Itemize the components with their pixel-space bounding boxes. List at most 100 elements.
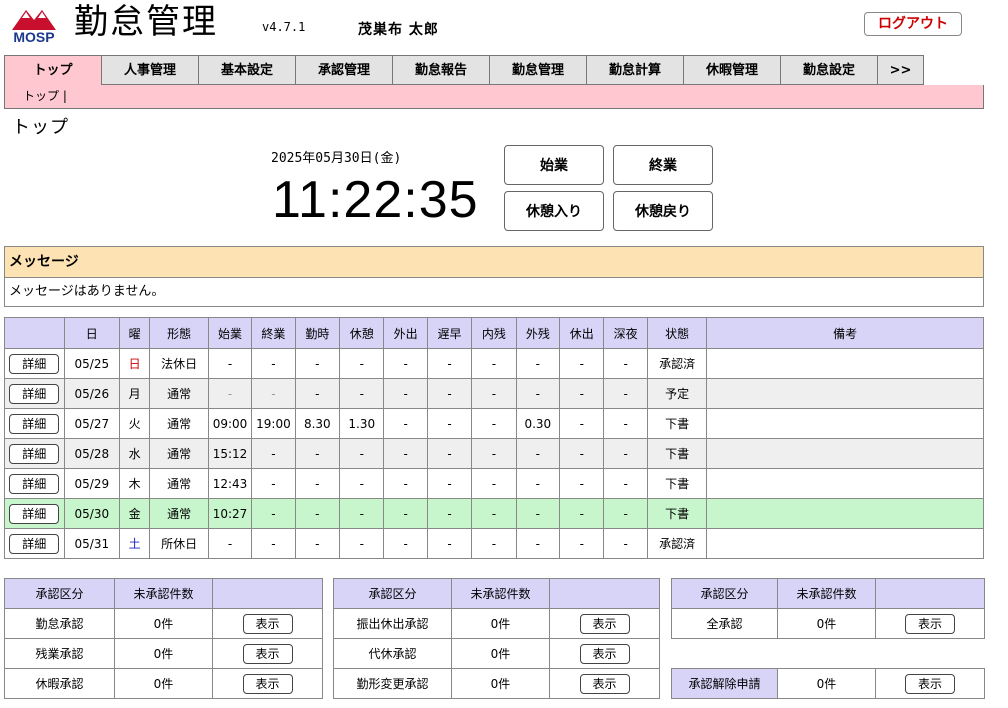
- tab-attendance-settings[interactable]: 勤怠設定: [780, 55, 878, 85]
- tab-attendance-management[interactable]: 勤怠管理: [489, 55, 587, 85]
- tab-attendance-calculation[interactable]: 勤怠計算: [586, 55, 684, 85]
- type-cell: 法休日: [149, 348, 209, 379]
- clock-in-button[interactable]: 始業: [504, 145, 604, 185]
- tab-attendance-report[interactable]: 勤怠報告: [392, 55, 490, 85]
- col-header-date: 日: [63, 317, 121, 349]
- table-row: 詳細 05/27 火 通常 09:00 19:00 8.30 1.30 - - …: [4, 408, 984, 439]
- remarks-cell: [706, 408, 984, 439]
- detail-button[interactable]: 詳細: [9, 533, 60, 554]
- logout-button[interactable]: ログアウト: [864, 12, 962, 36]
- holiday-work-cell: -: [559, 468, 605, 499]
- weekday-cell: 月: [119, 378, 151, 409]
- break-cell: -: [339, 498, 385, 529]
- date-cell: 05/27: [63, 408, 121, 439]
- remarks-cell: [706, 348, 984, 379]
- main-nav: トップ 人事管理 基本設定 承認管理 勤怠報告 勤怠管理 勤怠計算 休暇管理 勤…: [4, 55, 924, 86]
- remarks-cell: [706, 438, 984, 469]
- tab-more[interactable]: >>: [877, 55, 924, 85]
- late-early-cell: -: [426, 528, 473, 559]
- approval-release-table: 承認解除申請 0件 表示: [671, 668, 985, 699]
- status-cell: 下書: [646, 468, 708, 499]
- show-button[interactable]: 表示: [579, 643, 630, 664]
- detail-button[interactable]: 詳細: [9, 353, 60, 374]
- tab-personnel[interactable]: 人事管理: [101, 55, 199, 85]
- date-cell: 05/30: [63, 498, 121, 529]
- version-label: v4.7.1: [262, 20, 306, 34]
- detail-button[interactable]: 詳細: [9, 443, 60, 464]
- col-header-action: [212, 578, 323, 609]
- show-button[interactable]: 表示: [905, 673, 955, 694]
- col-header-approval-category: 承認区分: [671, 578, 778, 609]
- work-cell: -: [294, 498, 341, 529]
- detail-button[interactable]: 詳細: [9, 503, 60, 524]
- show-button[interactable]: 表示: [242, 673, 293, 694]
- holiday-work-cell: -: [559, 408, 605, 439]
- col-header-outer-overtime: 外残: [515, 317, 561, 349]
- break-cell: -: [339, 528, 385, 559]
- weekday-cell: 火: [119, 408, 151, 439]
- detail-button[interactable]: 詳細: [9, 413, 60, 434]
- work-cell: -: [294, 378, 341, 409]
- weekday-cell: 日: [119, 348, 151, 379]
- break-cell: -: [339, 468, 385, 499]
- approval-row: 勤怠承認 0件 表示: [4, 608, 323, 639]
- late-early-cell: -: [426, 378, 473, 409]
- weekday-cell: 金: [119, 498, 151, 529]
- approval-category: 代休承認: [333, 638, 452, 669]
- detail-button[interactable]: 詳細: [9, 383, 60, 404]
- break-cell: -: [339, 378, 385, 409]
- show-button[interactable]: 表示: [579, 613, 630, 634]
- outer-overtime-cell: -: [515, 468, 561, 499]
- action-cell: 詳細: [4, 378, 65, 409]
- approval-category: 勤形変更承認: [333, 668, 452, 699]
- tab-approval-management[interactable]: 承認管理: [295, 55, 393, 85]
- approval-category: 勤怠承認: [4, 608, 115, 639]
- outing-cell: -: [383, 378, 428, 409]
- breadcrumb[interactable]: トップ |: [4, 85, 984, 109]
- col-header-break: 休憩: [339, 317, 385, 349]
- tab-top[interactable]: トップ: [4, 55, 102, 86]
- pending-count: 0件: [451, 608, 550, 639]
- night-cell: -: [603, 378, 648, 409]
- inner-overtime-cell: -: [471, 498, 517, 529]
- col-header-end: 終業: [251, 317, 296, 349]
- break-end-button[interactable]: 休憩戻り: [613, 191, 713, 231]
- outing-cell: -: [383, 348, 428, 379]
- show-button[interactable]: 表示: [905, 613, 955, 634]
- message-panel: メッセージ メッセージはありません。: [4, 246, 984, 307]
- detail-button[interactable]: 詳細: [9, 473, 60, 494]
- table-row: 詳細 05/25 日 法休日 - - - - - - - - - - 承認済: [4, 348, 984, 379]
- outer-overtime-cell: -: [515, 438, 561, 469]
- tab-leave-management[interactable]: 休暇管理: [683, 55, 781, 85]
- inner-overtime-cell: -: [471, 528, 517, 559]
- col-header-late-early: 遅早: [426, 317, 473, 349]
- remarks-cell: [706, 468, 984, 499]
- table-row: 詳細 05/31 土 所休日 - - - - - - - - - - 承認済: [4, 528, 984, 559]
- col-header-inner-overtime: 内残: [471, 317, 517, 349]
- break-cell: 1.30: [339, 408, 385, 439]
- attendance-header-row: 日 曜 形態 始業 終業 勤時 休憩 外出 遅早 内残 外残 休出 深夜 状態 …: [4, 317, 984, 349]
- approval-category: 全承認: [671, 608, 778, 639]
- action-cell: 詳細: [4, 438, 65, 469]
- late-early-cell: -: [426, 468, 473, 499]
- break-start-button[interactable]: 休憩入り: [504, 191, 604, 231]
- col-header-type: 形態: [149, 317, 209, 349]
- weekday-cell: 木: [119, 468, 151, 499]
- approval-category: 振出休出承認: [333, 608, 452, 639]
- tab-basic-settings[interactable]: 基本設定: [198, 55, 296, 85]
- col-header-night: 深夜: [603, 317, 648, 349]
- start-cell: 10:27: [207, 498, 253, 529]
- show-button[interactable]: 表示: [242, 643, 293, 664]
- table-row: 詳細 05/26 月 通常 - - - - - - - - - - 予定: [4, 378, 984, 409]
- clock-out-button[interactable]: 終業: [613, 145, 713, 185]
- end-cell: -: [251, 378, 296, 409]
- col-header-action: [875, 578, 985, 609]
- show-button[interactable]: 表示: [579, 673, 630, 694]
- outer-overtime-cell: -: [515, 528, 561, 559]
- pending-count: 0件: [114, 668, 213, 699]
- show-button[interactable]: 表示: [242, 613, 293, 634]
- inner-overtime-cell: -: [471, 408, 517, 439]
- night-cell: -: [603, 408, 648, 439]
- start-cell: 15:12: [207, 438, 253, 469]
- pending-count: 0件: [777, 668, 876, 699]
